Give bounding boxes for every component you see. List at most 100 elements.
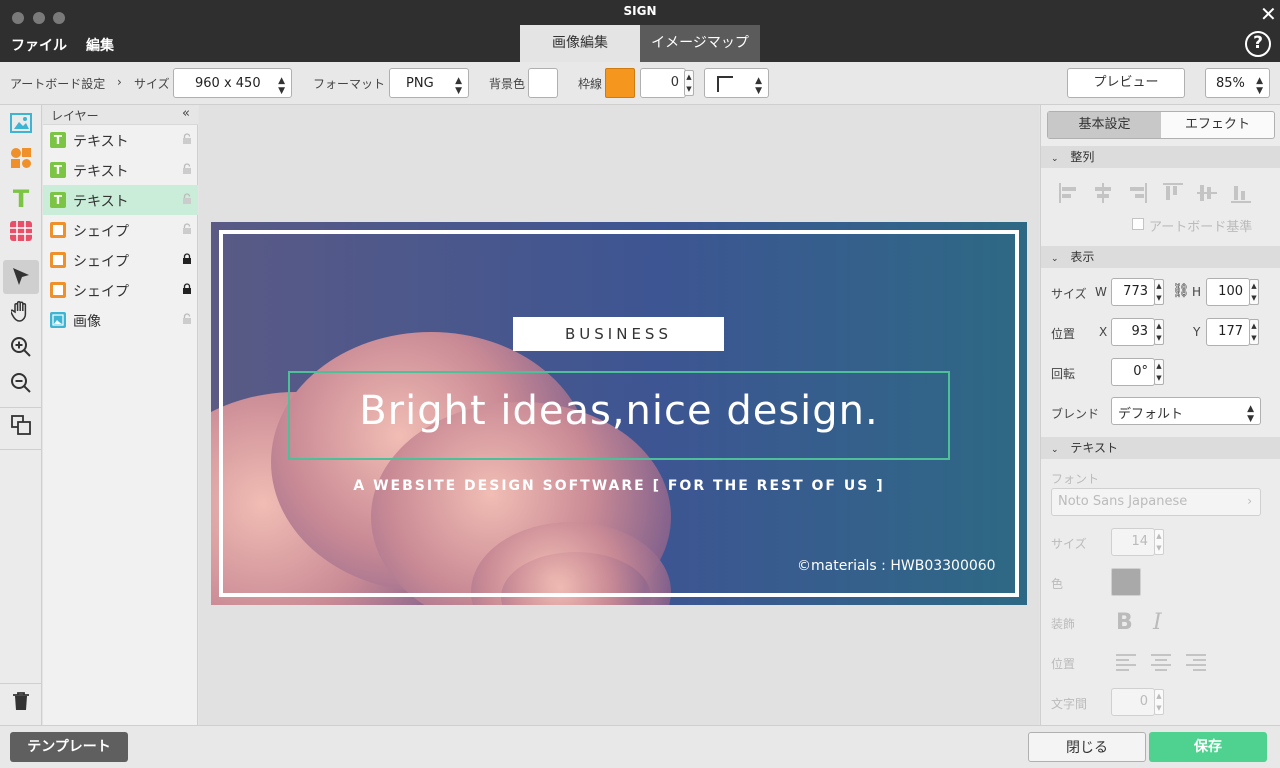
- zoom-out-icon[interactable]: [5, 372, 37, 404]
- layer-name: 画像: [73, 314, 101, 330]
- height-stepper[interactable]: ▲ ▼: [1249, 279, 1259, 305]
- panel-tabs: 基本設定 エフェクト: [1047, 111, 1275, 139]
- text-tool-icon[interactable]: T: [5, 183, 37, 215]
- window-close-dot[interactable]: [12, 12, 24, 24]
- width-stepper[interactable]: ▲ ▼: [1154, 279, 1164, 305]
- border-label: 枠線: [578, 77, 603, 91]
- trash-icon[interactable]: [5, 689, 37, 721]
- width-input[interactable]: 773: [1111, 278, 1155, 306]
- template-button[interactable]: テンプレート: [10, 732, 128, 762]
- zoom-in-icon[interactable]: [5, 336, 37, 368]
- tab-image-map[interactable]: イメージマップ: [640, 25, 760, 62]
- tab-image-edit[interactable]: 画像編集: [520, 25, 640, 62]
- italic-icon[interactable]: I: [1153, 610, 1162, 635]
- text-color-swatch[interactable]: [1111, 568, 1141, 596]
- artboard-settings-label: アートボード設定: [10, 77, 106, 91]
- section-text-title: テキスト: [1070, 441, 1119, 455]
- artboard[interactable]: BUSINESS Bright ideas,nice design. A WEB…: [211, 222, 1027, 605]
- layer-item-text[interactable]: T テキスト: [43, 155, 198, 185]
- chevron-right-icon: ›: [1247, 494, 1252, 508]
- tab-basic-settings[interactable]: 基本設定: [1048, 112, 1161, 138]
- rotate-input[interactable]: 0°: [1111, 358, 1155, 386]
- text-layer-icon: T: [50, 192, 66, 208]
- preview-button[interactable]: プレビュー: [1067, 68, 1185, 98]
- menu-edit[interactable]: 編集: [86, 35, 114, 55]
- x-stepper[interactable]: ▲ ▼: [1154, 319, 1164, 345]
- layer-item-image[interactable]: 画像: [43, 305, 198, 335]
- artboard-toolbar: アートボード設定 › サイズ 960 x 450 ▲ ▼ フォーマット PNG ▲…: [0, 62, 1280, 105]
- y-stepper[interactable]: ▲ ▼: [1249, 319, 1259, 345]
- image-tool-icon[interactable]: [5, 111, 37, 143]
- select-caret-icon: ▲ ▼: [1256, 76, 1263, 96]
- shape-layer-icon: [50, 252, 66, 268]
- unlock-icon[interactable]: [182, 223, 192, 237]
- unlock-icon[interactable]: [182, 133, 192, 147]
- layer-name: シェイプ: [73, 224, 129, 240]
- collapse-icon[interactable]: «: [182, 106, 190, 121]
- select-tool-button[interactable]: [3, 260, 39, 294]
- font-size-stepper[interactable]: ▲ ▼: [1154, 529, 1164, 555]
- chevron-right-icon: ›: [117, 75, 122, 89]
- layer-item-text[interactable]: T テキスト: [43, 125, 198, 155]
- table-tool-icon[interactable]: [5, 219, 37, 251]
- lock-icon[interactable]: [182, 283, 192, 297]
- close-button[interactable]: 閉じる: [1028, 732, 1146, 762]
- height-input[interactable]: 100: [1206, 278, 1250, 306]
- headline-text[interactable]: Bright ideas,nice design.: [288, 388, 950, 434]
- y-input[interactable]: 177: [1206, 318, 1250, 346]
- unlock-icon[interactable]: [182, 313, 192, 327]
- border-width-stepper[interactable]: ▲ ▼: [684, 70, 694, 96]
- x-input[interactable]: 93: [1111, 318, 1155, 346]
- unlock-icon[interactable]: [182, 193, 192, 207]
- save-button[interactable]: 保存: [1149, 732, 1267, 762]
- letter-spacing-input[interactable]: 0: [1111, 688, 1155, 716]
- layers-header: レイヤー «: [43, 105, 198, 125]
- layer-name: テキスト: [73, 134, 129, 150]
- section-align-header[interactable]: ⌄ 整列: [1041, 146, 1280, 168]
- tab-effect[interactable]: エフェクト: [1161, 112, 1274, 138]
- zoom-select[interactable]: 85% ▲ ▼: [1205, 68, 1270, 98]
- font-size-input[interactable]: 14: [1111, 528, 1155, 556]
- layer-item-shape[interactable]: シェイプ: [43, 215, 198, 245]
- color-label: 色: [1051, 577, 1064, 591]
- layer-item-shape[interactable]: シェイプ: [43, 275, 198, 305]
- layer-item-text[interactable]: T テキスト: [43, 185, 198, 215]
- chevron-down-icon: ⌄: [1051, 445, 1059, 455]
- letter-spacing-stepper[interactable]: ▲ ▼: [1154, 689, 1164, 715]
- artboard-base-label: アートボード基準: [1149, 220, 1253, 235]
- text-layer-icon: T: [50, 132, 66, 148]
- background-color-swatch[interactable]: [528, 68, 558, 98]
- help-icon[interactable]: ?: [1245, 31, 1271, 57]
- menu-file[interactable]: ファイル: [11, 35, 67, 55]
- y-label: Y: [1193, 325, 1201, 339]
- border-color-swatch[interactable]: [605, 68, 635, 98]
- rotate-stepper[interactable]: ▲ ▼: [1154, 359, 1164, 385]
- w-label: W: [1095, 285, 1107, 299]
- lock-icon[interactable]: [182, 253, 192, 267]
- business-badge[interactable]: BUSINESS: [513, 317, 724, 351]
- size-label: サイズ: [1051, 287, 1087, 301]
- format-select[interactable]: PNG ▲ ▼: [389, 68, 469, 98]
- copy-icon[interactable]: [5, 414, 37, 446]
- window-zoom-dot[interactable]: [53, 12, 65, 24]
- bold-icon[interactable]: B: [1116, 610, 1133, 635]
- link-icon[interactable]: ⛓: [1172, 283, 1190, 299]
- artboard-base-checkbox[interactable]: [1132, 218, 1144, 230]
- shapes-tool-icon[interactable]: [5, 147, 37, 179]
- section-display-header[interactable]: ⌄ 表示: [1041, 246, 1280, 268]
- layer-item-shape[interactable]: シェイプ: [43, 245, 198, 275]
- blend-select[interactable]: デフォルト ▲ ▼: [1111, 397, 1261, 425]
- unlock-icon[interactable]: [182, 163, 192, 177]
- window-minimize-dot[interactable]: [33, 12, 45, 24]
- close-icon[interactable]: ✕: [1260, 2, 1277, 26]
- corner-style-select[interactable]: ▲ ▼: [704, 68, 769, 98]
- size-select[interactable]: 960 x 450 ▲ ▼: [173, 68, 292, 98]
- font-select[interactable]: Noto Sans Japanese ›: [1051, 488, 1261, 516]
- app-title: SIGN: [623, 4, 657, 18]
- hand-icon[interactable]: [5, 300, 37, 332]
- blend-label: ブレンド: [1051, 407, 1100, 421]
- credit-text[interactable]: ©materials : HWB03300060: [797, 558, 996, 574]
- section-text-header[interactable]: ⌄ テキスト: [1041, 437, 1280, 459]
- subline-text[interactable]: A WEBSITE DESIGN SOFTWARE [ FOR THE REST…: [211, 478, 1027, 494]
- border-width-input[interactable]: 0: [640, 68, 686, 98]
